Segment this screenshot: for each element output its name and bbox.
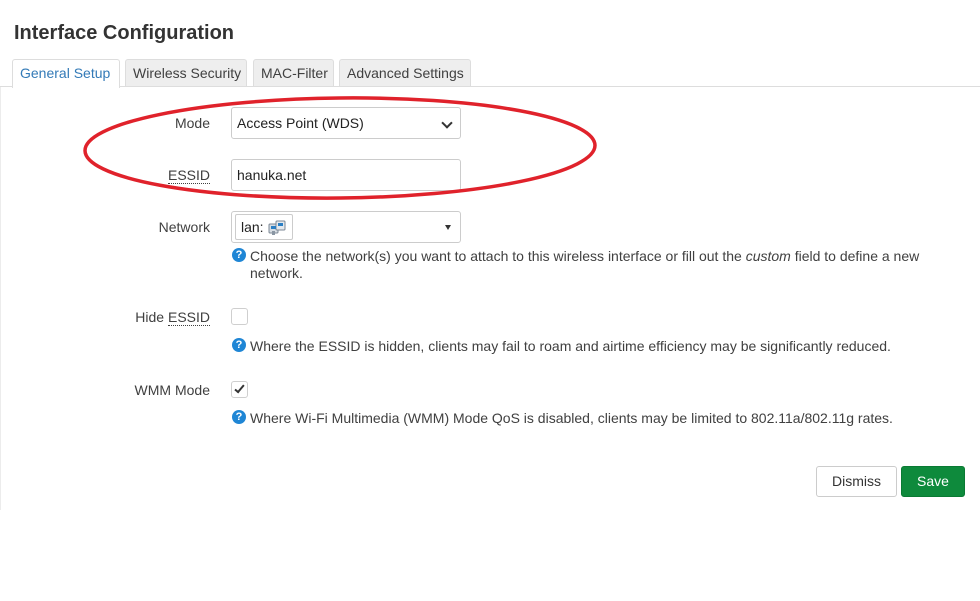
tab-general-setup[interactable]: General Setup [12, 59, 120, 88]
panel-border [0, 87, 1, 510]
wmm-mode-help: ? Where Wi-Fi Multimedia (WMM) Mode QoS … [231, 410, 941, 427]
network-label: Network [158, 219, 210, 235]
mode-select[interactable]: Access Point (WDS) [231, 107, 461, 139]
network-help-text: Choose the network(s) you want to attach… [250, 248, 941, 282]
wmm-mode-label: WMM Mode [134, 382, 210, 398]
mode-label: Mode [174, 115, 210, 131]
network-help-part1: Choose the network(s) you want to attach… [250, 248, 746, 264]
dismiss-button[interactable]: Dismiss [816, 466, 897, 497]
hide-essid-label-abbr: ESSID [167, 309, 210, 326]
chevron-down-icon [441, 117, 453, 129]
annotation-ellipse [83, 96, 597, 200]
network-select[interactable]: lan: [231, 211, 461, 243]
save-button[interactable]: Save [901, 466, 965, 497]
network-selected-item: lan: [235, 214, 293, 240]
network-interface-icon [268, 220, 286, 235]
essid-label-wrap: ESSID [167, 167, 210, 184]
checkmark-icon [234, 382, 245, 394]
hide-essid-help: ? Where the ESSID is hidden, clients may… [231, 338, 941, 355]
tab-advanced-settings[interactable]: Advanced Settings [339, 59, 471, 87]
network-help: ? Choose the network(s) you want to atta… [231, 248, 941, 282]
wmm-mode-checkbox[interactable] [231, 381, 248, 398]
hide-essid-checkbox[interactable] [231, 308, 248, 325]
wmm-mode-help-text: Where Wi-Fi Multimedia (WMM) Mode QoS is… [250, 410, 893, 426]
help-icon: ? [232, 338, 246, 352]
tab-wireless-security[interactable]: Wireless Security [125, 59, 247, 87]
help-icon: ? [232, 248, 246, 262]
tab-mac-filter[interactable]: MAC-Filter [253, 59, 334, 87]
page-title: Interface Configuration [14, 22, 235, 44]
tab-divider [0, 86, 980, 87]
caret-down-icon [445, 225, 451, 230]
hide-essid-help-text: Where the ESSID is hidden, clients may f… [250, 338, 891, 354]
network-help-custom: custom [745, 248, 791, 264]
hide-essid-label-prefix: Hide [135, 309, 168, 325]
essid-input[interactable] [231, 159, 461, 191]
help-icon: ? [232, 410, 246, 424]
mode-select-value: Access Point (WDS) [237, 115, 364, 131]
hide-essid-label: Hide ESSID [135, 309, 210, 326]
essid-label: ESSID [167, 167, 210, 184]
network-selected-value: lan: [241, 219, 264, 235]
